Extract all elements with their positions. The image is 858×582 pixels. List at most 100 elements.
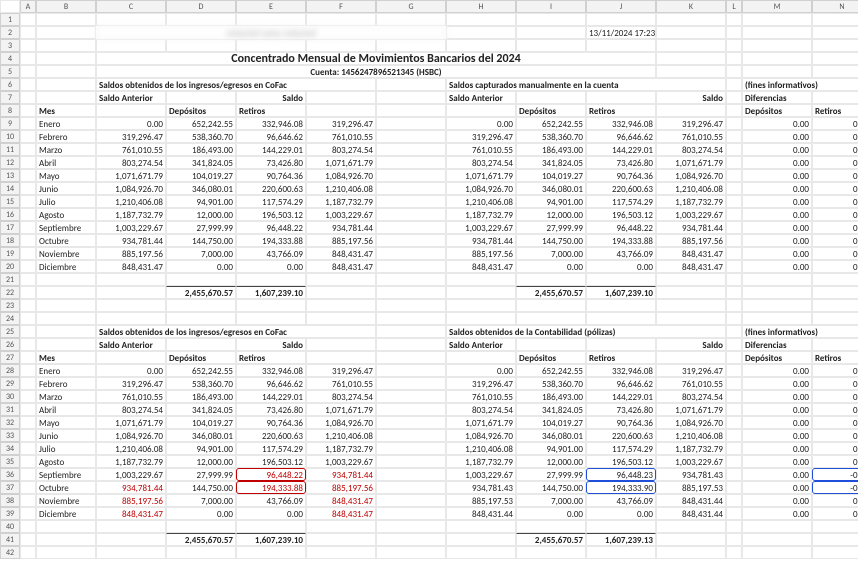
cell-L21[interactable] — [726, 273, 742, 286]
cell-C11[interactable]: 761,010.55 — [96, 143, 166, 156]
cell-M40[interactable] — [742, 520, 812, 533]
cell-H32[interactable]: 1,071,671.79 — [446, 416, 516, 429]
cell-E1[interactable] — [236, 13, 306, 26]
cell-J26[interactable] — [586, 338, 656, 351]
cell-M39[interactable]: 0.00 — [742, 507, 812, 520]
cell-D24[interactable] — [166, 312, 236, 325]
cell-F20[interactable]: 848,431.47 — [306, 260, 376, 273]
cell-A27[interactable] — [20, 351, 36, 364]
cell-J36[interactable]: 96,448.23 — [586, 468, 656, 481]
cell-A25[interactable] — [20, 325, 36, 338]
cell-N27[interactable]: Retiros — [812, 351, 858, 364]
cell-E32[interactable]: 90,764.36 — [236, 416, 306, 429]
cell-H17[interactable]: 1,003,229.67 — [446, 221, 516, 234]
cell-E24[interactable] — [236, 312, 306, 325]
cell-M7[interactable]: Diferencias — [742, 91, 812, 104]
cell-J29[interactable]: 96,646.62 — [586, 377, 656, 390]
cell-B35[interactable]: Agosto — [36, 455, 96, 468]
cell-K20[interactable]: 848,431.47 — [656, 260, 726, 273]
cell-I13[interactable]: 104,019.27 — [516, 169, 586, 182]
row-header-24[interactable]: 24 — [0, 312, 20, 325]
cell-C22[interactable] — [96, 286, 166, 299]
cell-J12[interactable]: 73,426.80 — [586, 156, 656, 169]
cell-B32[interactable]: Mayo — [36, 416, 96, 429]
cell-E29[interactable]: 96,646.62 — [236, 377, 306, 390]
cell-M20[interactable]: 0.00 — [742, 260, 812, 273]
cell-G23[interactable] — [376, 299, 446, 312]
cell-I17[interactable]: 27,999.99 — [516, 221, 586, 234]
cell-E10[interactable]: 96,646.62 — [236, 130, 306, 143]
cell-N42[interactable] — [812, 546, 858, 559]
cell-H25[interactable]: Saldos obtenidos de la Contabilidad (pól… — [446, 325, 726, 338]
row-header-27[interactable]: 27 — [0, 351, 20, 364]
cell-H26[interactable]: Saldo Anterior — [446, 338, 516, 351]
cell-L12[interactable] — [726, 156, 742, 169]
cell-E28[interactable]: 332,946.08 — [236, 364, 306, 377]
cell-G22[interactable] — [376, 286, 446, 299]
row-header-18[interactable]: 18 — [0, 234, 20, 247]
cell-C7[interactable]: Saldo Anterior — [96, 91, 166, 104]
cell-H23[interactable] — [446, 299, 516, 312]
cell-E26[interactable]: Saldo — [236, 338, 306, 351]
cell-D42[interactable] — [166, 546, 236, 559]
cell-H28[interactable]: 0.00 — [446, 364, 516, 377]
col-header-C[interactable]: C — [96, 0, 166, 13]
cell-B26[interactable] — [36, 338, 96, 351]
cell-E18[interactable]: 194,333.88 — [236, 234, 306, 247]
cell-E7[interactable]: Saldo — [236, 91, 306, 104]
cell-L20[interactable] — [726, 260, 742, 273]
cell-I29[interactable]: 538,360.70 — [516, 377, 586, 390]
cell-B41[interactable] — [36, 533, 96, 546]
cell-E34[interactable]: 117,574.29 — [236, 442, 306, 455]
cell-F34[interactable]: 1,187,732.79 — [306, 442, 376, 455]
cell-C36[interactable]: 1,003,229.67 — [96, 468, 166, 481]
cell-H15[interactable]: 1,210,406.08 — [446, 195, 516, 208]
cell-L34[interactable] — [726, 442, 742, 455]
cell-I26[interactable] — [516, 338, 586, 351]
cell-G13[interactable] — [376, 169, 446, 182]
cell-N10[interactable]: 0.00 — [812, 130, 858, 143]
cell-D27[interactable]: Depósitos — [166, 351, 236, 364]
cell-M15[interactable]: 0.00 — [742, 195, 812, 208]
cell-B29[interactable]: Febrero — [36, 377, 96, 390]
cell-F7[interactable] — [306, 91, 376, 104]
cell-M16[interactable]: 0.00 — [742, 208, 812, 221]
cell-B34[interactable]: Julio — [36, 442, 96, 455]
cell-E33[interactable]: 220,600.63 — [236, 429, 306, 442]
cell-A4[interactable] — [20, 52, 36, 65]
row-header-29[interactable]: 29 — [0, 377, 20, 390]
cell-G24[interactable] — [376, 312, 446, 325]
cell-E15[interactable]: 117,574.29 — [236, 195, 306, 208]
cell-M32[interactable]: 0.00 — [742, 416, 812, 429]
cell-A39[interactable] — [20, 507, 36, 520]
cell-I14[interactable]: 346,080.01 — [516, 182, 586, 195]
cell-L32[interactable] — [726, 416, 742, 429]
cell-B4[interactable] — [36, 52, 96, 65]
cell-H12[interactable]: 803,274.54 — [446, 156, 516, 169]
cell-N41[interactable] — [812, 533, 858, 546]
cell-A35[interactable] — [20, 455, 36, 468]
cell-N38[interactable]: 0.00 — [812, 494, 858, 507]
cell-C42[interactable] — [96, 546, 166, 559]
cell-L25[interactable] — [726, 325, 742, 338]
cell-C29[interactable]: 319,296.47 — [96, 377, 166, 390]
cell-E40[interactable] — [236, 520, 306, 533]
cell-H39[interactable]: 848,431.44 — [446, 507, 516, 520]
cell-E27[interactable]: Retiros — [236, 351, 306, 364]
cell-D40[interactable] — [166, 520, 236, 533]
cell-K23[interactable] — [656, 299, 726, 312]
row-header-36[interactable]: 36 — [0, 468, 20, 481]
cell-I3[interactable] — [516, 39, 586, 52]
cell-L33[interactable] — [726, 429, 742, 442]
cell-B37[interactable]: Octubre — [36, 481, 96, 494]
cell-F8[interactable] — [306, 104, 376, 117]
cell-C10[interactable]: 319,296.47 — [96, 130, 166, 143]
cell-A7[interactable] — [20, 91, 36, 104]
cell-G35[interactable] — [376, 455, 446, 468]
cell-C33[interactable]: 1,084,926.70 — [96, 429, 166, 442]
col-header-M[interactable]: M — [742, 0, 812, 13]
cell-D41[interactable]: 2,455,670.57 — [166, 533, 236, 546]
cell-E11[interactable]: 144,229.01 — [236, 143, 306, 156]
cell-B25[interactable] — [36, 325, 96, 338]
cell-C1[interactable] — [96, 13, 166, 26]
